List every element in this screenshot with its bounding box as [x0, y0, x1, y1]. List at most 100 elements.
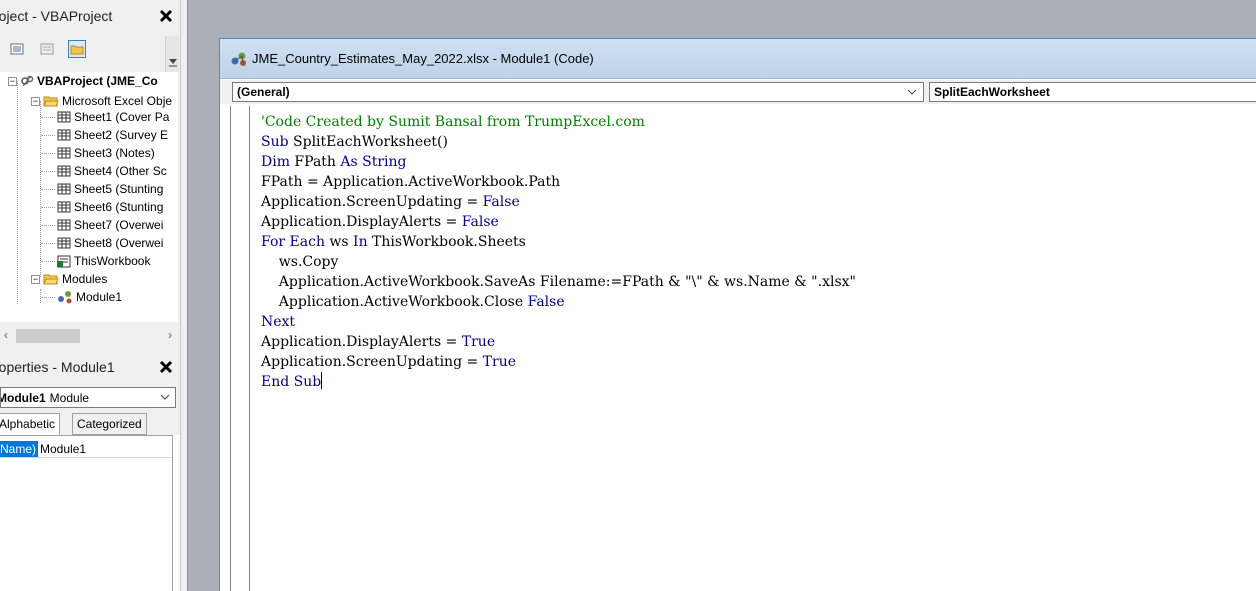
tree-item-sheet1[interactable]: Sheet1 (Cover Pa — [57, 108, 169, 126]
code-line[interactable]: Application.ScreenUpdating = True — [261, 352, 856, 372]
properties-grid-divider — [172, 435, 180, 591]
view-code-icon — [10, 43, 24, 55]
code-line[interactable]: 'Code Created by Sumit Bansal from Trump… — [261, 112, 856, 132]
tree-connector — [41, 189, 55, 190]
code-text[interactable]: 'Code Created by Sumit Bansal from Trump… — [261, 112, 856, 392]
property-row[interactable]: (Name) Module1 — [0, 440, 172, 458]
tree-item-label: Sheet4 (Other Sc — [74, 164, 167, 178]
project-tree: − VBAProject (JME_Co − Microsoft Excel O… — [0, 72, 178, 322]
tree-connector — [41, 243, 55, 244]
text-caret — [321, 372, 323, 389]
tree-item-module1[interactable]: Module1 — [57, 288, 122, 306]
procedure-combo[interactable]: SplitEachWorksheet — [929, 82, 1256, 102]
code-line[interactable]: Application.ScreenUpdating = False — [261, 192, 856, 212]
tree-item-label: Sheet1 (Cover Pa — [74, 110, 170, 124]
scroll-right-icon[interactable]: › — [168, 328, 172, 342]
code-margin-indicator-bar[interactable] — [230, 106, 250, 591]
procedure-combo-value: SplitEachWorksheet — [934, 85, 1050, 99]
code-window-title: JME_Country_Estimates_May_2022.xlsx - Mo… — [252, 51, 594, 66]
folder-icon — [70, 45, 84, 55]
project-explorer-titlebar: roject - VBAProject — [0, 4, 180, 28]
tree-item-label: Sheet5 (Stunting — [74, 182, 164, 196]
tree-item-sheet2[interactable]: Sheet2 (Survey E — [57, 126, 168, 144]
properties-object-dropdown[interactable]: Module1 Module — [0, 387, 176, 408]
tree-item-label: Sheet3 (Notes) — [74, 146, 155, 160]
tree-root-label: VBAProject (JME_Co — [37, 74, 158, 88]
tree-connector — [41, 225, 55, 226]
code-line[interactable]: Dim FPath As String — [261, 152, 856, 172]
folder-open-icon — [43, 96, 59, 106]
code-line[interactable]: Application.DisplayAlerts = False — [261, 212, 856, 232]
tree-folder-modules[interactable]: − Modules — [31, 270, 107, 288]
collapse-icon[interactable]: − — [8, 76, 17, 86]
view-object-icon — [40, 43, 54, 55]
collapse-icon[interactable]: − — [31, 274, 40, 284]
code-line[interactable]: Application.ActiveWorkbook.SaveAs Filena… — [261, 272, 856, 292]
code-combo-row: (General) SplitEachWorksheet — [220, 80, 1256, 104]
worksheet-icon — [57, 147, 71, 159]
property-value[interactable]: Module1 — [40, 442, 86, 456]
scroll-thumb[interactable] — [16, 329, 80, 343]
tree-item-label: Sheet2 (Survey E — [74, 128, 169, 142]
project-explorer-title: roject - VBAProject — [0, 8, 113, 24]
tab-alphabetic[interactable]: Alphabetic — [0, 413, 61, 435]
dock-splitter[interactable] — [180, 0, 188, 591]
worksheet-icon — [57, 183, 71, 195]
object-name: Module1 — [0, 390, 46, 405]
tree-item-thisworkbook[interactable]: ThisWorkbook — [57, 252, 150, 270]
properties-tabs: Alphabetic Categorized — [0, 413, 180, 435]
code-line[interactable]: Sub SplitEachWorksheet() — [261, 132, 856, 152]
tree-item-sheet5[interactable]: Sheet5 (Stunting — [57, 180, 163, 198]
close-icon — [159, 360, 173, 374]
tree-connector — [41, 171, 55, 172]
close-project-explorer-button[interactable] — [156, 6, 176, 26]
tree-horizontal-scrollbar[interactable]: ‹ › — [0, 325, 180, 347]
tree-item-label: Module1 — [76, 290, 123, 304]
collapse-icon[interactable]: − — [31, 96, 40, 106]
tree-item-sheet8[interactable]: Sheet8 (Overwei — [57, 234, 163, 252]
object-combo[interactable]: (General) — [232, 82, 924, 102]
code-editor[interactable]: 'Code Created by Sumit Bansal from Trump… — [220, 104, 1256, 591]
tree-item-sheet3[interactable]: Sheet3 (Notes) — [57, 144, 155, 162]
tree-connector — [41, 153, 55, 154]
code-line[interactable]: Application.ActiveWorkbook.Close False — [261, 292, 856, 312]
tree-vertical-scrollbar[interactable] — [165, 36, 179, 72]
worksheet-icon — [57, 201, 71, 213]
object-type: Module — [49, 390, 90, 405]
close-properties-button[interactable] — [156, 357, 176, 377]
tree-connector — [41, 207, 55, 208]
toggle-folders-button[interactable] — [68, 40, 86, 58]
tree-item-sheet7[interactable]: Sheet7 (Overwei — [57, 216, 163, 234]
tab-categorized[interactable]: Categorized — [72, 413, 147, 435]
tree-item-label: ThisWorkbook — [74, 254, 151, 268]
module-icon — [58, 291, 72, 304]
tree-connector — [17, 81, 18, 304]
code-window: JME_Country_Estimates_May_2022.xlsx - Mo… — [219, 38, 1256, 591]
view-code-button[interactable] — [8, 40, 26, 58]
view-object-button[interactable] — [38, 40, 56, 58]
tree-item-label: Sheet7 (Overwei — [74, 218, 164, 232]
tree-connector — [41, 135, 55, 136]
chevron-down-icon[interactable] — [159, 391, 171, 403]
tree-item-label: Sheet8 (Overwei — [74, 236, 164, 250]
code-line[interactable]: ws.Copy — [261, 252, 856, 272]
scroll-left-icon[interactable]: ‹ — [4, 328, 8, 342]
tree-item-sheet6[interactable]: Sheet6 (Stunting — [57, 198, 163, 216]
chevron-down-icon[interactable] — [906, 86, 918, 98]
code-line[interactable]: Application.DisplayAlerts = True — [261, 332, 856, 352]
properties-title: roperties - Module1 — [0, 359, 115, 375]
project-toolbar — [0, 36, 180, 62]
module-icon — [231, 52, 246, 66]
code-line[interactable]: End Sub — [261, 372, 856, 392]
code-window-titlebar[interactable]: JME_Country_Estimates_May_2022.xlsx - Mo… — [220, 39, 1256, 79]
tree-item-label: Sheet6 (Stunting — [74, 200, 164, 214]
code-line[interactable]: For Each ws In ThisWorkbook.Sheets — [261, 232, 856, 252]
close-icon — [159, 9, 173, 23]
code-line[interactable]: Next — [261, 312, 856, 332]
code-line[interactable]: FPath = Application.ActiveWorkbook.Path — [261, 172, 856, 192]
property-name: (Name) — [0, 440, 39, 457]
tree-folder-label: Modules — [62, 272, 108, 286]
tree-root-vbaproject[interactable]: − VBAProject (JME_Co — [8, 72, 158, 90]
tree-item-sheet4[interactable]: Sheet4 (Other Sc — [57, 162, 167, 180]
properties-titlebar: roperties - Module1 — [0, 355, 180, 379]
